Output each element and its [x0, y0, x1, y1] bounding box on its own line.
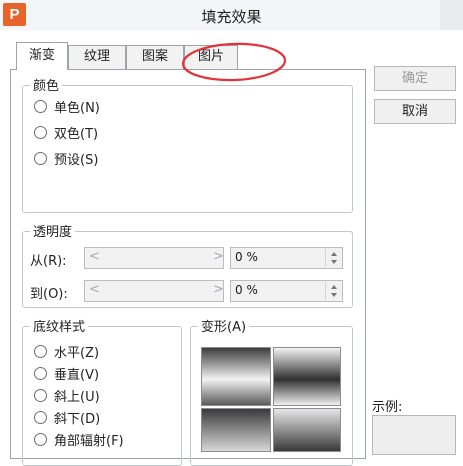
tab-texture[interactable]: 纹理 — [68, 45, 126, 69]
transparency-to-value: 0 % — [235, 283, 258, 297]
transparency-group-legend: 透明度 — [30, 221, 76, 240]
window-title: 填充效果 — [201, 8, 262, 26]
transparency-to-slider[interactable] — [84, 280, 224, 302]
transparency-to-label: 到(O): — [30, 287, 68, 302]
tab-gradient-label: 渐变 — [28, 48, 55, 63]
color-group-legend: 颜色 — [30, 75, 63, 94]
radio-horizontal[interactable] — [34, 345, 47, 358]
transparency-from-left-arrow[interactable]: < — [89, 249, 100, 264]
radio-two-colors[interactable] — [34, 126, 47, 139]
radio-corner-radial-label: 角部辐射(F) — [54, 434, 124, 449]
tab-texture-label: 纹理 — [83, 49, 110, 64]
radio-diagonal-up-label: 斜上(U) — [54, 390, 100, 405]
close-button[interactable] — [440, 0, 463, 30]
tab-gradient[interactable]: 渐变 — [16, 42, 68, 70]
sample-preview — [372, 415, 456, 455]
radio-preset-label: 预设(S) — [54, 153, 99, 168]
variants-legend: 变形(A) — [198, 316, 250, 335]
spin-down-icon[interactable] — [330, 293, 337, 297]
transparency-from-slider[interactable] — [84, 247, 224, 269]
radio-horizontal-label: 水平(Z) — [54, 346, 100, 361]
transparency-to-right-arrow[interactable]: > — [213, 282, 224, 297]
variant-swatch-4[interactable] — [273, 408, 341, 452]
radio-diagonal-up[interactable] — [34, 389, 47, 402]
tab-pattern[interactable]: 图案 — [126, 45, 184, 69]
transparency-from-value: 0 % — [235, 250, 258, 264]
radio-single-color[interactable] — [34, 100, 47, 113]
radio-preset[interactable] — [34, 152, 47, 165]
variant-swatch-1[interactable] — [201, 347, 271, 406]
annotation-circle — [181, 42, 287, 82]
variant-swatch-3[interactable] — [201, 408, 271, 452]
radio-diagonal-down-label: 斜下(D) — [54, 412, 101, 427]
transparency-from-spin-arrows[interactable] — [325, 249, 341, 267]
sample-label: 示例: — [372, 400, 403, 415]
transparency-from-label: 从(R): — [30, 254, 67, 269]
transparency-to-left-arrow[interactable]: < — [89, 282, 100, 297]
spin-up-icon[interactable] — [330, 285, 337, 289]
ok-button[interactable]: 确定 — [374, 66, 456, 91]
radio-two-colors-label: 双色(T) — [54, 127, 99, 142]
radio-diagonal-down[interactable] — [34, 411, 47, 424]
radio-single-color-label: 单色(N) — [54, 101, 100, 116]
spin-down-icon[interactable] — [330, 260, 337, 264]
transparency-from-right-arrow[interactable]: > — [213, 249, 224, 264]
radio-vertical-label: 垂直(V) — [54, 368, 100, 383]
shading-style-legend: 底纹样式 — [30, 316, 89, 335]
cancel-button[interactable]: 取消 — [374, 99, 456, 124]
spin-up-icon[interactable] — [330, 252, 337, 256]
variant-swatch-2[interactable] — [273, 347, 341, 406]
radio-vertical[interactable] — [34, 367, 47, 380]
radio-corner-radial[interactable] — [34, 433, 47, 446]
transparency-to-spin-arrows[interactable] — [325, 282, 341, 300]
tab-pattern-label: 图案 — [141, 49, 168, 64]
